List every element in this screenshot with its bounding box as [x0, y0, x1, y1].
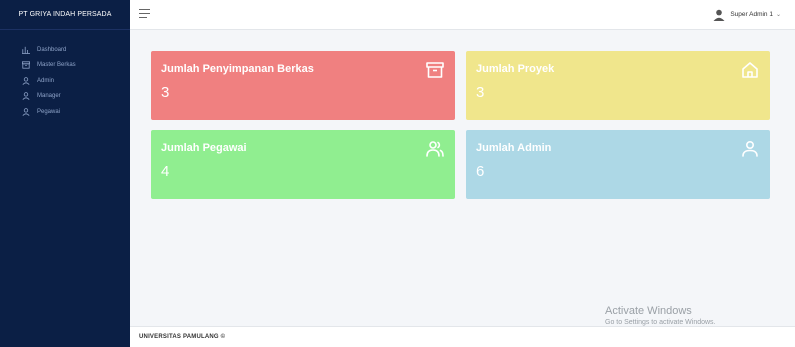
- activate-windows-watermark: Activate Windows Go to Settings to activ…: [605, 305, 716, 326]
- sidebar-item-master-berkas[interactable]: Master Berkas: [0, 58, 130, 74]
- card-proyek[interactable]: Jumlah Proyek 3: [466, 51, 770, 120]
- card-title: Jumlah Penyimpanan Berkas: [161, 63, 314, 75]
- sidebar-item-admin[interactable]: Admin: [0, 73, 130, 89]
- user-name: Super Admin 1: [730, 10, 773, 18]
- sidebar-item-label: Manager: [37, 93, 61, 100]
- card-value: 3: [476, 84, 485, 101]
- card-value: 4: [161, 163, 170, 180]
- watermark-subtitle: Go to Settings to activate Windows.: [605, 319, 716, 326]
- card-pegawai[interactable]: Jumlah Pegawai 4: [151, 130, 455, 199]
- card-title: Jumlah Admin: [476, 142, 552, 154]
- dashboard-icon: [21, 45, 30, 54]
- user-icon: [21, 92, 30, 101]
- sidebar-item-label: Admin: [37, 77, 55, 84]
- user-icon: [739, 138, 761, 160]
- card-value: 3: [161, 84, 170, 101]
- user-icon: [21, 107, 30, 116]
- sidebar-item-manager[interactable]: Manager: [0, 89, 130, 105]
- chevron-down-icon: ⌄: [775, 11, 781, 18]
- sidebar-item-label: Pegawai: [37, 108, 61, 115]
- sidebar-item-label: Dashboard: [37, 46, 67, 53]
- user-menu[interactable]: Super Admin 1 ⌄: [713, 8, 781, 21]
- user-icon: [21, 76, 30, 85]
- sidebar-item-pegawai[interactable]: Pegawai: [0, 104, 130, 120]
- avatar-icon: [713, 8, 725, 21]
- card-admin[interactable]: Jumlah Admin 6: [466, 130, 770, 199]
- sidebar-nav: Dashboard Master Berkas Admin Manager Pe…: [0, 30, 130, 120]
- users-icon: [424, 138, 446, 160]
- menu-toggle-icon[interactable]: [139, 9, 150, 19]
- archive-icon: [21, 61, 30, 70]
- card-penyimpanan-berkas[interactable]: Jumlah Penyimpanan Berkas 3: [151, 51, 455, 120]
- sidebar: PT GRIYA INDAH PERSADA Dashboard Master …: [0, 0, 130, 347]
- watermark-title: Activate Windows: [605, 305, 692, 317]
- home-icon: [739, 59, 761, 81]
- topbar: Super Admin 1 ⌄: [130, 0, 795, 30]
- card-title: Jumlah Proyek: [476, 63, 555, 75]
- footer: UNIVERSITAS PAMULANG ©: [130, 326, 795, 347]
- footer-text: UNIVERSITAS PAMULANG ©: [139, 334, 226, 340]
- sidebar-item-dashboard[interactable]: Dashboard: [0, 42, 130, 58]
- sidebar-item-label: Master Berkas: [37, 62, 76, 69]
- card-title: Jumlah Pegawai: [161, 142, 247, 154]
- brand-title[interactable]: PT GRIYA INDAH PERSADA: [0, 0, 130, 30]
- archive-box-icon: [424, 59, 446, 81]
- card-value: 6: [476, 163, 485, 180]
